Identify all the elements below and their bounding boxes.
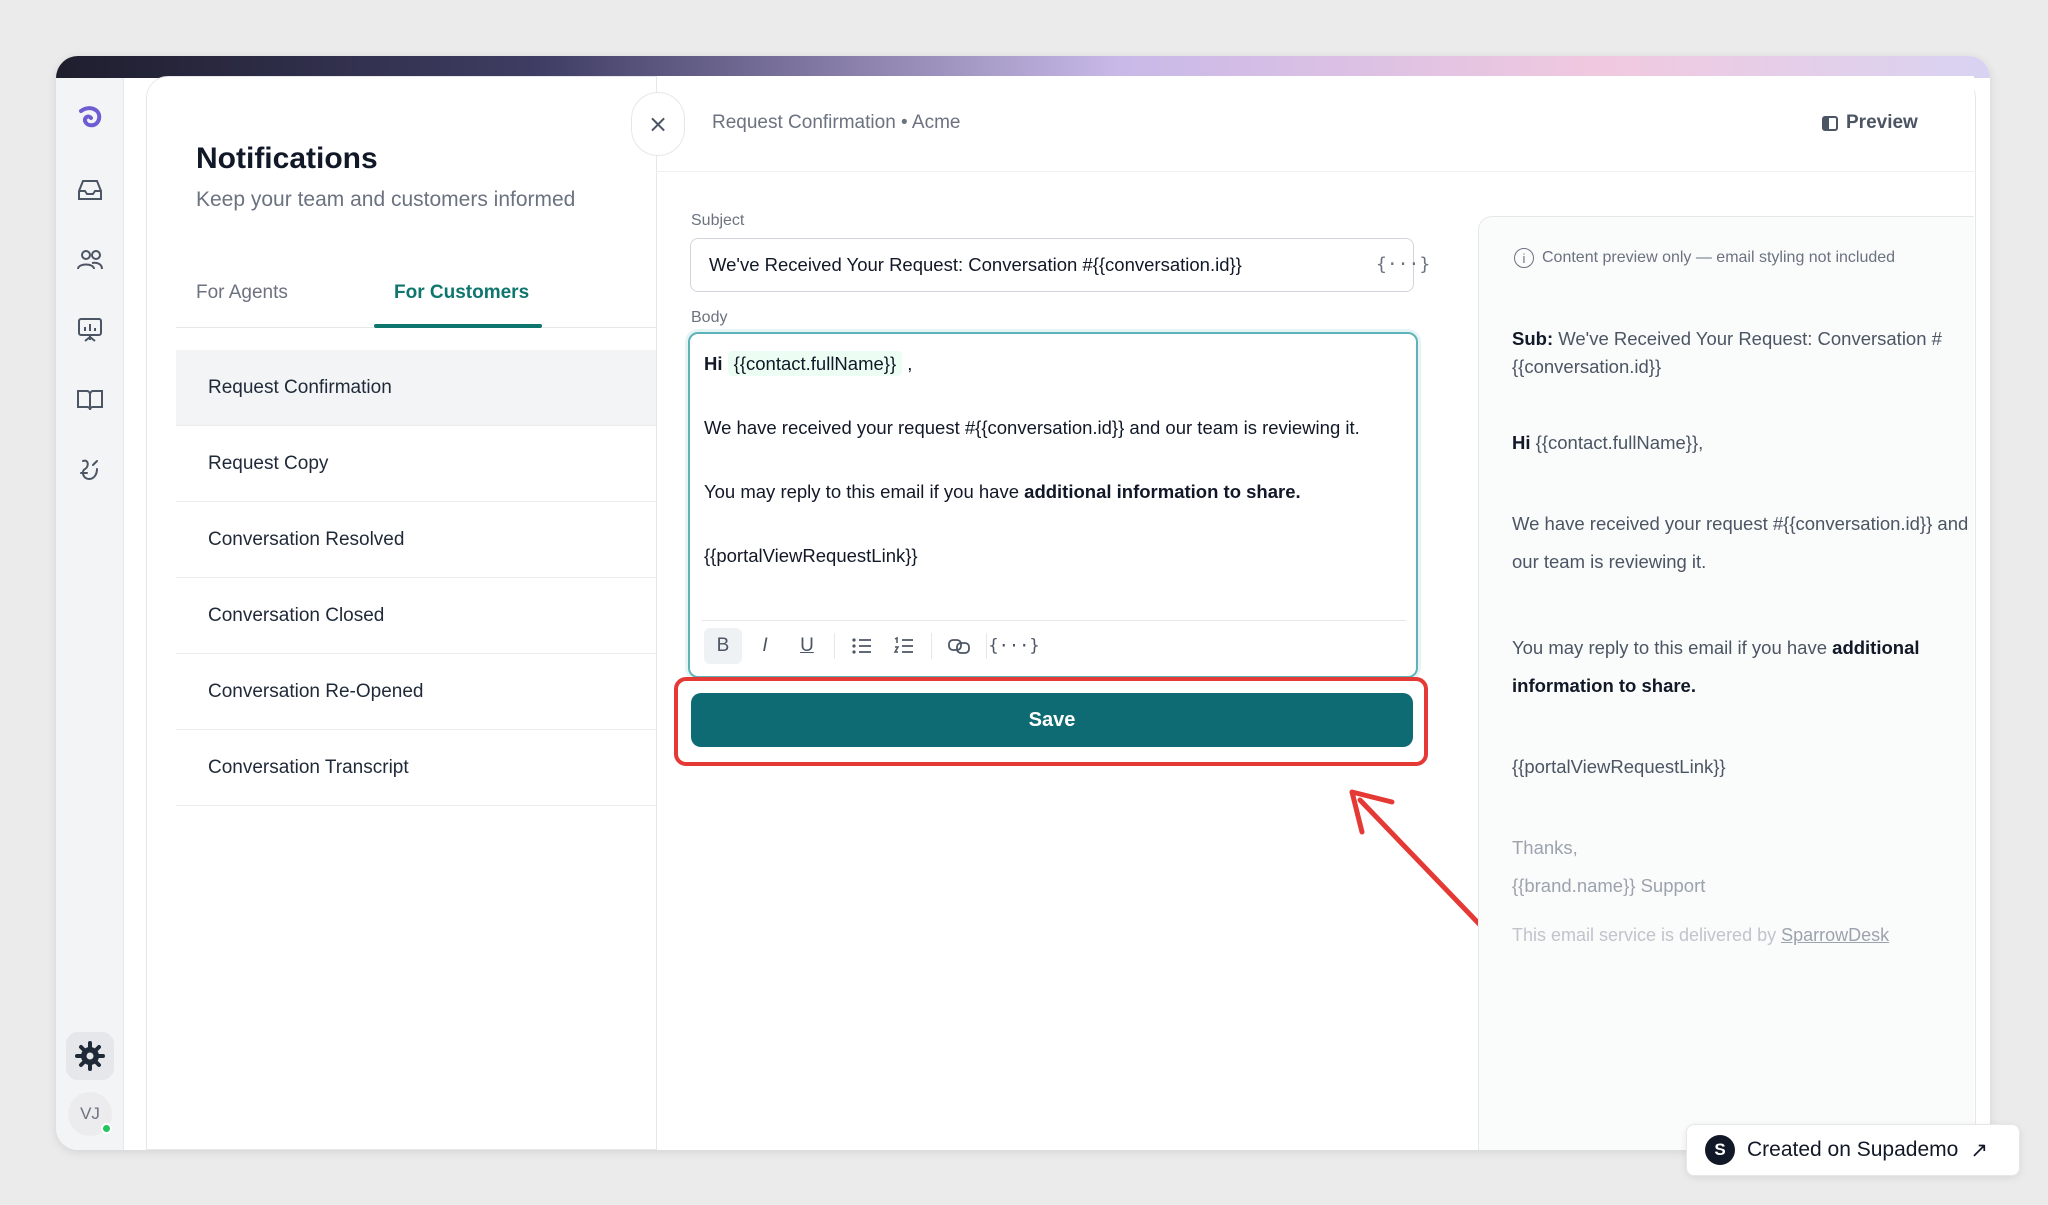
preview-subject: We've Received Your Request: Conversatio… (1512, 328, 1942, 377)
notification-item-request-confirmation[interactable]: Request Confirmation (176, 350, 656, 426)
formatting-toolbar: B I U {···} (702, 620, 1406, 670)
toolbar-divider (834, 632, 835, 659)
notification-item-conversation-closed[interactable]: Conversation Closed (176, 578, 656, 654)
automation-icon[interactable] (70, 450, 110, 490)
page-subtitle: Keep your team and customers informed (196, 188, 576, 211)
numbered-list-button[interactable] (885, 628, 923, 664)
external-link-icon: ↗ (1970, 1138, 1988, 1162)
reports-icon[interactable] (70, 310, 110, 350)
supademo-label: Created on Supademo (1747, 1138, 1959, 1161)
greeting-suffix: , (902, 353, 913, 374)
subject-label: Subject (691, 212, 745, 229)
preview-body: Sub: We've Received Your Request: Conver… (1512, 325, 1972, 949)
notification-item-request-copy[interactable]: Request Copy (176, 426, 656, 502)
body-editor[interactable]: Hi {{contact.fullName}} , We have receiv… (688, 332, 1418, 678)
body-label: Body (691, 309, 728, 326)
close-icon: × (647, 110, 669, 138)
user-avatar[interactable]: VJ (68, 1092, 112, 1136)
preview-contact-var: {{contact.fullName}}, (1530, 432, 1704, 453)
numbered-list-icon (893, 636, 913, 653)
link-button[interactable] (940, 628, 978, 664)
preview-thanks: Thanks, (1512, 837, 1578, 858)
knowledge-base-icon[interactable] (70, 380, 110, 420)
pointer-arrow (1349, 789, 1488, 933)
brand-logo-icon[interactable] (70, 98, 110, 138)
sidebar-rail: VJ (56, 78, 124, 1150)
info-icon: i (1514, 248, 1534, 268)
online-status-dot (101, 1123, 112, 1134)
save-button[interactable]: Save (691, 693, 1413, 747)
notification-item-conversation-reopened[interactable]: Conversation Re-Opened (176, 654, 656, 730)
bold-button[interactable]: B (704, 627, 742, 664)
italic-button[interactable]: I (746, 628, 784, 664)
preview-line-1: We have received your request #{{convers… (1512, 513, 1969, 572)
notification-item-conversation-transcript[interactable]: Conversation Transcript (176, 730, 656, 806)
preview-sub-label: Sub: (1512, 328, 1554, 349)
users-icon[interactable] (70, 240, 110, 280)
preview-label: Preview (1846, 112, 1918, 133)
underline-button[interactable]: U (788, 628, 826, 664)
notification-tabs: For Agents For Customers (176, 268, 656, 328)
preview-toggle-button[interactable]: Preview (1822, 112, 1918, 134)
preview-line-3: {{portalViewRequestLink}} (1512, 756, 1726, 777)
preview-note-text: Content preview only — email styling not… (1542, 249, 1896, 266)
window-top-strip (56, 56, 1990, 78)
tab-for-customers[interactable]: For Customers (394, 282, 529, 304)
preview-line-2-text: You may reply to this email if you have (1512, 637, 1833, 658)
bullet-list-button[interactable] (843, 628, 881, 664)
toolbar-divider (931, 632, 932, 659)
preview-greeting: Hi (1512, 432, 1531, 453)
bullet-list-icon (852, 637, 871, 654)
subject-input[interactable]: We've Received Your Request: Conversatio… (690, 238, 1414, 292)
avatar-initials: VJ (80, 1104, 100, 1123)
subject-variable-icon[interactable]: {···} (1376, 254, 1430, 275)
body-content[interactable]: Hi {{contact.fullName}} , We have receiv… (704, 348, 1404, 572)
body-line-2-bold: additional information to share. (1024, 481, 1301, 502)
inbox-icon[interactable] (70, 170, 110, 210)
body-line-2-text: You may reply to this email if you have (704, 481, 1025, 502)
page-title: Notifications (196, 142, 378, 175)
settings-icon[interactable] (66, 1032, 114, 1080)
notification-list: Request Confirmation Request Copy Conver… (176, 350, 656, 806)
active-tab-indicator (374, 324, 542, 328)
editor-title: Request Confirmation • Acme (712, 112, 961, 133)
insert-variable-button[interactable]: {···} (988, 628, 1039, 664)
body-greeting: Hi (704, 353, 723, 374)
toolbar-divider (986, 632, 987, 659)
preview-footer-text: This email service is delivered by (1512, 925, 1782, 945)
body-line-1: We have received your request #{{convers… (704, 417, 1360, 438)
preview-footer: This email service is delivered by Sparr… (1512, 921, 1972, 949)
contact-name-variable: {{contact.fullName}} (727, 351, 903, 376)
close-drawer-button[interactable]: × (631, 92, 685, 156)
body-line-3: {{portalViewRequestLink}} (704, 545, 918, 566)
preview-note: i Content preview only — email styling n… (1514, 248, 1895, 268)
supademo-logo-icon: S (1705, 1135, 1735, 1165)
variable-icon: {···} (988, 635, 1040, 656)
link-icon (948, 638, 970, 654)
sidebar-panel-icon (1822, 115, 1838, 131)
sparrowdesk-link[interactable]: SparrowDesk (1781, 925, 1889, 945)
notification-item-conversation-resolved[interactable]: Conversation Resolved (176, 502, 656, 578)
tab-for-agents[interactable]: For Agents (196, 282, 288, 304)
supademo-badge[interactable]: S Created on Supademo ↗ (1686, 1124, 2020, 1176)
preview-signature: {{brand.name}} Support (1512, 875, 1706, 896)
